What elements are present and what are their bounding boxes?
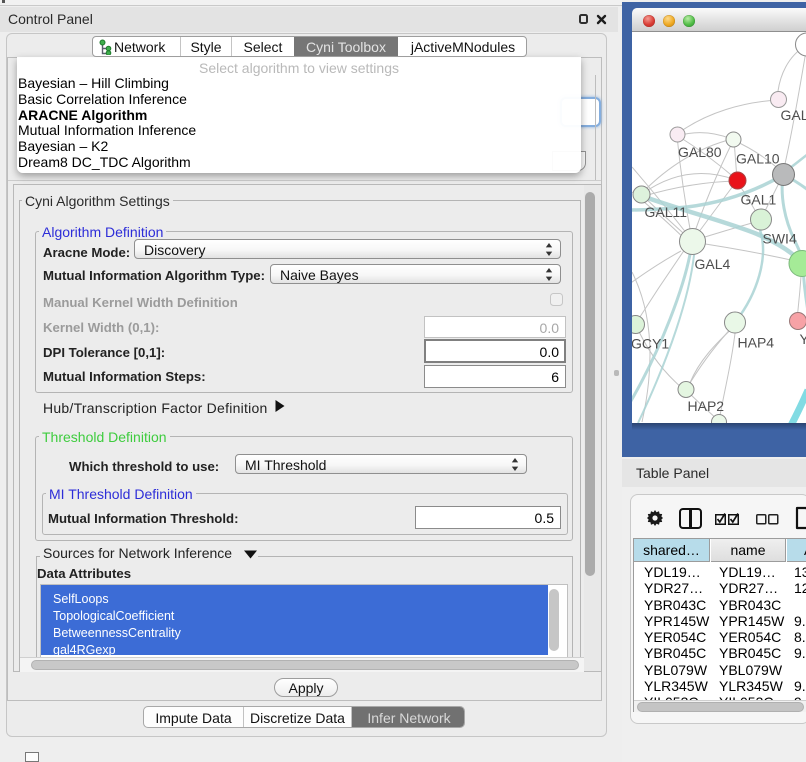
svg-text:HAP2: HAP2	[688, 398, 725, 414]
svg-text:GAL11: GAL11	[645, 204, 688, 220]
svg-text:HAP4: HAP4	[738, 335, 775, 351]
svg-text:GAL1: GAL1	[741, 192, 777, 208]
svg-text:GCY1: GCY1	[632, 336, 669, 352]
svg-text:GAL10: GAL10	[736, 151, 780, 167]
svg-text:SWI4: SWI4	[763, 231, 797, 247]
svg-text:GAL80: GAL80	[678, 144, 722, 160]
svg-text:Y: Y	[800, 331, 806, 347]
svg-text:GAL: GAL	[781, 107, 806, 123]
svg-text:GAL4: GAL4	[695, 256, 731, 272]
